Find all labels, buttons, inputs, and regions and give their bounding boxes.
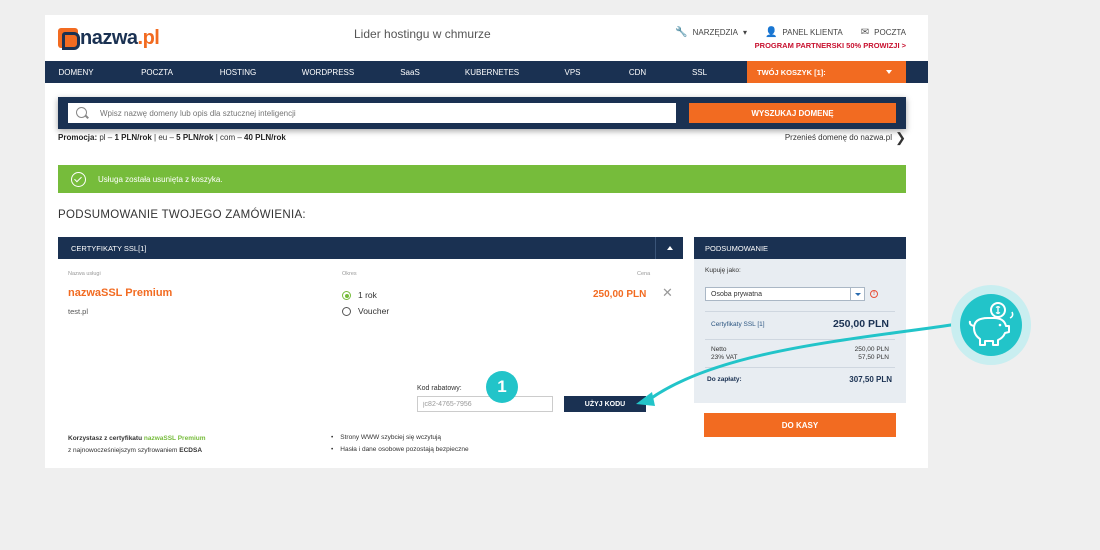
- vat-value: 57,50 PLN: [858, 354, 889, 361]
- period-1-year-label: 1 rok: [358, 290, 377, 300]
- tools-label: NARZĘDZIA: [692, 28, 738, 37]
- nav-item-kubernetes[interactable]: KUBERNETES: [455, 68, 529, 77]
- domain-search-input[interactable]: [68, 103, 676, 123]
- promo-eu-prefix: | eu –: [151, 133, 177, 142]
- total-label: Do zapłaty:: [707, 376, 742, 383]
- nav-item-domeny[interactable]: DOMENY: [45, 68, 107, 77]
- client-panel-link[interactable]: 👤 PANEL KLIENTA: [765, 27, 843, 38]
- service-name: nazwaSSL Premium: [68, 287, 173, 299]
- benefit-item: Strony WWW szybciej się wczytują: [331, 432, 469, 444]
- summary-header: PODSUMOWANIE: [694, 237, 906, 259]
- service-domain: test.pl: [68, 307, 89, 316]
- transfer-domain-link[interactable]: Przenieś domenę do nazwa.pl: [785, 133, 892, 142]
- wrench-icon: 🔧: [675, 27, 688, 38]
- promo-com-price: 40 PLN/rok: [244, 133, 286, 142]
- period-voucher-label: Voucher: [358, 306, 390, 316]
- col-service-label: Nazwa usługi: [68, 271, 101, 277]
- search-domain-button[interactable]: WYSZUKAJ DOMENĘ: [689, 103, 896, 123]
- alert-message: Usługa została usunięta z koszyka.: [98, 174, 223, 184]
- tools-menu[interactable]: 🔧 NARZĘDZIA ▾: [675, 27, 747, 38]
- summary-item-price: 250,00 PLN: [832, 318, 889, 330]
- coupon-input[interactable]: [417, 396, 553, 412]
- ssl-section-title: CERTYFIKATY SSL[1]: [71, 244, 147, 253]
- domain-search-bar: WYSZUKAJ DOMENĘ: [58, 97, 906, 129]
- main-nav: DOMENY POCZTA HOSTING WORDPRESS SaaS KUB…: [45, 61, 928, 83]
- cart-button[interactable]: TWÓJ KOSZYK [1]:: [747, 61, 906, 83]
- piggy-bank-icon: [960, 294, 1022, 356]
- nav-item-vps[interactable]: VPS: [550, 68, 595, 77]
- close-icon[interactable]: ✕: [662, 285, 673, 301]
- total-value: 307,50 PLN: [849, 375, 892, 384]
- netto-value: 250,00 PLN: [854, 346, 889, 353]
- chevron-down-icon: [850, 288, 864, 300]
- note-ecdsa: ECDSA: [179, 447, 203, 454]
- period-voucher-radio[interactable]: [342, 307, 351, 316]
- nav-item-ssl[interactable]: SSL: [677, 68, 722, 77]
- benefit-item: Hasła i dane osobowe pozostają bezpieczn…: [331, 444, 468, 456]
- chevron-right-icon[interactable]: ❯: [895, 130, 906, 146]
- buyer-type-select[interactable]: Osoba prywatna: [705, 287, 865, 301]
- piggy-bank-svg: [968, 302, 1014, 346]
- summary-item-label: Certyfikaty SSL [1]: [711, 321, 765, 328]
- page-container: nazwa.pl Lider hostingu w chmurze 🔧 NARZ…: [45, 15, 928, 468]
- promo-eu-price: 5 PLN/rok: [176, 133, 214, 142]
- cart-label: TWÓJ KOSZYK [1]:: [757, 68, 826, 77]
- divider: [705, 339, 895, 340]
- client-panel-label: PANEL KLIENTA: [782, 28, 843, 37]
- ssl-note: Korzystasz z certyfikatu nazwaSSL Premiu…: [68, 433, 206, 457]
- check-circle-icon: [71, 171, 86, 187]
- note-prefix: Korzystasz z certyfikatu: [68, 435, 144, 442]
- buy-as-label: Kupuję jako:: [705, 267, 741, 274]
- top-tools: 🔧 NARZĘDZIA ▾ 👤 PANEL KLIENTA ✉ POCZTA: [675, 27, 906, 38]
- partner-program-link[interactable]: PROGRAM PARTNERSKI 50% PROWIZJI >: [755, 41, 906, 50]
- note-line2: z najnowocześniejszym szyfrowaniem: [68, 447, 180, 454]
- nav-item-cdn[interactable]: CDN: [615, 68, 660, 77]
- summary-body: Kupuję jako: Osoba prywatna ! Certyfikat…: [694, 259, 906, 403]
- success-alert: Usługa została usunięta z koszyka.: [58, 165, 906, 193]
- item-price: 250,00 PLN: [593, 289, 647, 300]
- promo-label: Promocja:: [58, 133, 98, 142]
- mail-label: POCZTA: [874, 28, 906, 37]
- coupon-label: Kod rabatowy:: [417, 385, 462, 392]
- nav-item-poczta[interactable]: POCZTA: [127, 68, 187, 77]
- tagline: Lider hostingu w chmurze: [354, 27, 491, 41]
- promo-pl-price: 1 PLN/rok: [114, 133, 152, 142]
- ssl-section-header: CERTYFIKATY SSL[1]: [58, 237, 683, 259]
- mail-link[interactable]: ✉ POCZTA: [861, 27, 906, 38]
- nav-item-hosting[interactable]: HOSTING: [208, 68, 268, 77]
- chevron-up-icon[interactable]: [655, 237, 683, 259]
- buyer-type-value: Osoba prywatna: [711, 291, 762, 298]
- col-period-label: Okres: [342, 271, 357, 277]
- nav-item-wordpress[interactable]: WORDPRESS: [293, 68, 363, 77]
- info-icon[interactable]: !: [870, 290, 878, 298]
- promo-line: Promocja: pl – 1 PLN/rok | eu – 5 PLN/ro…: [58, 133, 286, 142]
- logo-mark-icon: [58, 28, 80, 50]
- promo-pl-prefix: pl –: [97, 133, 115, 142]
- step-badge: 1: [486, 371, 518, 403]
- promo-com-prefix: | com –: [213, 133, 245, 142]
- apply-coupon-button[interactable]: UŻYJ KODU: [564, 396, 646, 412]
- caret-down-icon: ▾: [742, 28, 747, 37]
- envelope-icon: ✉: [860, 27, 870, 38]
- chevron-down-icon: [886, 70, 892, 74]
- benefits-list: Strony WWW szybciej się wczytują Hasła i…: [331, 432, 469, 456]
- note-product: nazwaSSL Premium: [143, 435, 206, 442]
- logo-text: nazwa.pl: [80, 26, 160, 49]
- netto-label: Netto: [711, 346, 727, 353]
- divider: [705, 367, 895, 368]
- nav-item-saas[interactable]: SaaS: [385, 68, 435, 77]
- checkout-button[interactable]: DO KASY: [704, 413, 896, 437]
- order-summary-title: PODSUMOWANIE TWOJEGO ZAMÓWIENIA:: [58, 209, 306, 221]
- vat-label: 23% VAT: [711, 354, 738, 361]
- period-1-year-radio[interactable]: [342, 291, 351, 300]
- col-price-label: Cena: [637, 271, 651, 277]
- divider: [705, 311, 895, 312]
- search-icon: [76, 107, 87, 118]
- logo[interactable]: nazwa.pl: [58, 26, 160, 50]
- user-icon: 👤: [764, 27, 778, 38]
